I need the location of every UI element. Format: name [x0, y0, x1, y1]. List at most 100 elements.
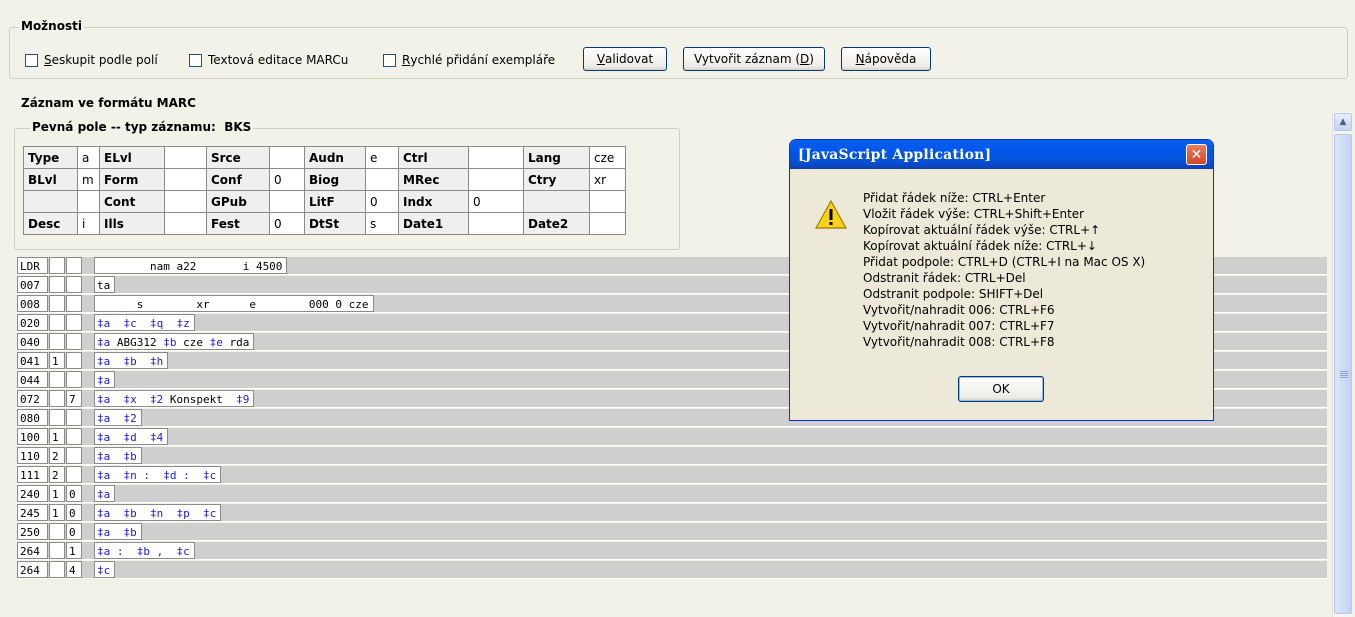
fixed-field-value[interactable]: 0 — [468, 190, 524, 213]
marc-tag[interactable]: LDR — [17, 257, 48, 274]
group-by-fields-checkbox[interactable] — [25, 53, 38, 67]
marc-tag[interactable]: 020 — [17, 314, 48, 331]
marc-ind1[interactable]: 1 — [49, 504, 65, 521]
marc-ind2[interactable] — [66, 428, 82, 445]
marc-ind2[interactable]: 4 — [66, 561, 82, 578]
marc-ind2[interactable] — [66, 295, 82, 312]
marc-ind2[interactable] — [66, 371, 82, 388]
marc-data[interactable]: ‡a : ‡b , ‡c — [94, 542, 1327, 559]
marc-ind2[interactable]: 1 — [66, 542, 82, 559]
marc-ind1[interactable] — [49, 333, 65, 350]
marc-data-value[interactable]: ‡a : ‡b , ‡c — [94, 542, 195, 559]
marc-data-value[interactable]: s xr e 000 0 cze — [94, 295, 374, 312]
marc-data[interactable]: ‡a — [94, 485, 1327, 502]
marc-tag[interactable]: 240 — [17, 485, 48, 502]
fixed-field-value[interactable] — [164, 168, 207, 191]
marc-tag[interactable]: 080 — [17, 409, 48, 426]
fixed-field-value[interactable] — [468, 212, 524, 235]
marc-ind1[interactable] — [49, 276, 65, 293]
fixed-field-value[interactable]: m — [77, 168, 100, 191]
marc-data-value[interactable]: ‡a ‡b — [94, 523, 142, 540]
marc-ind2[interactable] — [66, 409, 82, 426]
text-edit-marc-checkbox[interactable] — [189, 53, 202, 67]
marc-data-value[interactable]: ‡a ‡n : ‡d : ‡c — [94, 466, 222, 483]
marc-ind2[interactable] — [66, 314, 82, 331]
marc-data-value[interactable]: ta — [94, 276, 116, 293]
marc-data[interactable]: ‡a ‡n : ‡d : ‡c — [94, 466, 1327, 483]
fixed-field-value[interactable]: 0 — [269, 212, 305, 235]
dialog-titlebar[interactable]: [JavaScript Application] ✕ — [790, 140, 1213, 169]
marc-data-value[interactable]: ‡a ‡b ‡n ‡p ‡c — [94, 504, 222, 521]
marc-row[interactable]: 250 0 ‡a ‡b — [17, 523, 1327, 541]
marc-tag[interactable]: 008 — [17, 295, 48, 312]
marc-tag[interactable]: 264 — [17, 542, 48, 559]
marc-ind2[interactable]: 0 — [66, 523, 82, 540]
fixed-field-value[interactable] — [468, 168, 524, 191]
fixed-field-value[interactable] — [164, 190, 207, 213]
marc-row[interactable]: 264 4 ‡c — [17, 561, 1327, 579]
marc-ind2[interactable]: 0 — [66, 485, 82, 502]
create-record-button[interactable]: Vytvořit záznam (D) — [683, 47, 825, 71]
fixed-field-value[interactable]: 0 — [365, 190, 399, 213]
marc-ind2[interactable] — [66, 276, 82, 293]
fixed-field-value[interactable] — [589, 212, 626, 235]
marc-tag[interactable]: 250 — [17, 523, 48, 540]
marc-ind2[interactable]: 0 — [66, 504, 82, 521]
marc-ind1[interactable] — [49, 295, 65, 312]
marc-ind1[interactable] — [49, 371, 65, 388]
close-icon[interactable]: ✕ — [1186, 144, 1207, 165]
fixed-field-value[interactable] — [589, 190, 626, 213]
scroll-up-button[interactable]: ▲ — [1334, 113, 1352, 131]
marc-tag[interactable]: 100 — [17, 428, 48, 445]
marc-ind1[interactable] — [49, 542, 65, 559]
fixed-field-value[interactable]: e — [365, 146, 399, 169]
marc-data-value[interactable]: ‡c — [94, 561, 116, 578]
marc-data-value[interactable]: ‡a ‡x ‡2 Konspekt ‡9 — [94, 390, 255, 407]
marc-tag[interactable]: 007 — [17, 276, 48, 293]
marc-data-value[interactable]: ‡a — [94, 371, 116, 388]
marc-ind2[interactable] — [66, 352, 82, 369]
marc-ind2[interactable] — [66, 257, 82, 274]
marc-data-value[interactable]: ‡a ‡b ‡h — [94, 352, 169, 369]
fixed-field-value[interactable] — [269, 190, 305, 213]
marc-tag[interactable]: 041 — [17, 352, 48, 369]
marc-tag[interactable]: 110 — [17, 447, 48, 464]
marc-data-value[interactable]: ‡a ABG312 ‡b cze ‡e rda — [94, 333, 255, 350]
marc-data-value[interactable]: ‡a — [94, 485, 116, 502]
marc-data[interactable]: ‡c — [94, 561, 1327, 578]
fixed-field-value[interactable] — [77, 190, 100, 213]
fixed-field-value[interactable] — [164, 146, 207, 169]
fixed-field-value[interactable] — [164, 212, 207, 235]
marc-data-value[interactable]: ‡a ‡d ‡4 — [94, 428, 169, 445]
quick-add-item-checkbox[interactable] — [383, 53, 396, 67]
marc-ind2[interactable] — [66, 447, 82, 464]
marc-tag[interactable]: 040 — [17, 333, 48, 350]
vertical-scrollbar[interactable]: ▲ — [1332, 112, 1352, 617]
quick-add-item-option[interactable]: Rychlé přidání exempláře — [383, 53, 555, 67]
marc-data-value[interactable]: ‡a ‡c ‡q ‡z — [94, 314, 195, 331]
marc-tag[interactable]: 111 — [17, 466, 48, 483]
fixed-field-value[interactable]: 0 — [269, 168, 305, 191]
scrollbar-thumb[interactable] — [1334, 134, 1352, 614]
fixed-field-value[interactable] — [468, 146, 524, 169]
marc-ind1[interactable]: 2 — [49, 447, 65, 464]
marc-tag[interactable]: 044 — [17, 371, 48, 388]
marc-ind1[interactable] — [49, 314, 65, 331]
fixed-field-value[interactable] — [365, 168, 399, 191]
marc-ind1[interactable] — [49, 409, 65, 426]
group-by-fields-option[interactable]: Seskupit podle polí — [25, 53, 158, 67]
marc-ind1[interactable] — [49, 523, 65, 540]
marc-ind1[interactable]: 1 — [49, 485, 65, 502]
marc-ind1[interactable] — [49, 561, 65, 578]
fixed-field-value[interactable]: s — [365, 212, 399, 235]
fixed-field-value[interactable]: i — [77, 212, 100, 235]
marc-data-value[interactable]: nam a22 i 4500 — [94, 257, 288, 274]
text-edit-marc-option[interactable]: Textová editace MARCu — [189, 53, 348, 67]
marc-row[interactable]: 245 1 0 ‡a ‡b ‡n ‡p ‡c — [17, 504, 1327, 522]
marc-row[interactable]: 100 1 ‡a ‡d ‡4 — [17, 428, 1327, 446]
marc-ind2[interactable]: 7 — [66, 390, 82, 407]
marc-data[interactable]: ‡a ‡b ‡n ‡p ‡c — [94, 504, 1327, 521]
marc-data-value[interactable]: ‡a ‡b — [94, 447, 142, 464]
fixed-field-value[interactable] — [269, 146, 305, 169]
marc-data[interactable]: ‡a ‡b — [94, 523, 1327, 540]
